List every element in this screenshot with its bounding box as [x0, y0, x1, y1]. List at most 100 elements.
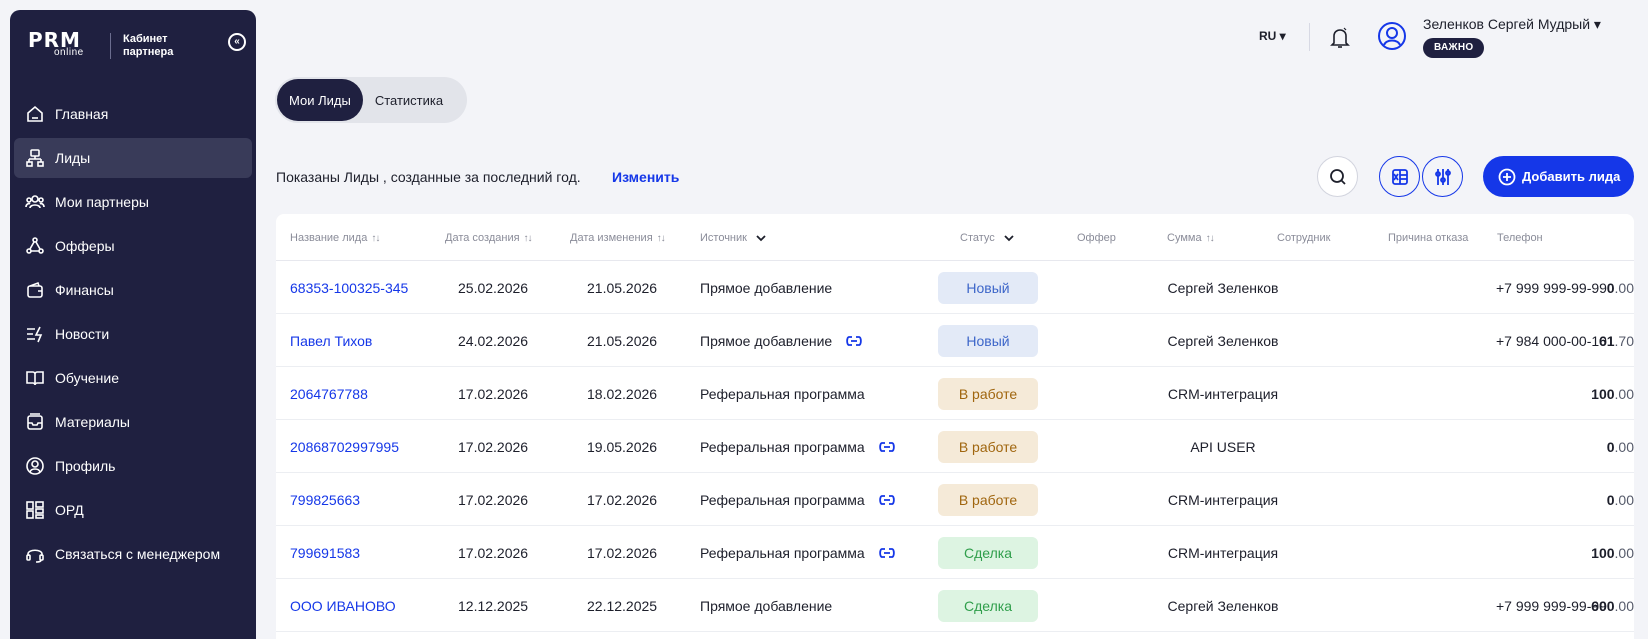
table-row[interactable]: Павел Тихов 24.02.2026 21.05.2026 Прямое до…: [276, 314, 1634, 367]
news-icon: [25, 324, 45, 344]
column-label: Название лида: [290, 232, 368, 244]
sum-decimal: .70: [1614, 333, 1634, 349]
sidebar-nav: Главная Лиды Мои партнеры Офферы Финансы…: [14, 94, 252, 578]
export-excel-button[interactable]: [1379, 156, 1420, 197]
cabinet-label: Кабинет партнера: [123, 33, 174, 58]
brand-divider: [110, 33, 111, 59]
sidebar-item-label: Офферы: [55, 238, 115, 254]
sidebar: PRM online Кабинет партнера « Главная Ли…: [10, 10, 256, 639]
sidebar-item-label: Новости: [55, 326, 110, 342]
lead-name-link[interactable]: 2064767788: [290, 386, 368, 402]
created-date: 17.02.2026: [458, 492, 529, 508]
column-label: Дата создания: [445, 232, 520, 244]
sort-icon[interactable]: ↑↓: [657, 233, 666, 244]
sidebar-item-finance[interactable]: Финансы: [14, 270, 252, 310]
column-label: Телефон: [1497, 232, 1543, 244]
user-menu[interactable]: Зеленков Сергей Мудрый ▾: [1423, 16, 1601, 33]
column-source[interactable]: Источник: [700, 232, 767, 244]
sidebar-item-label: ОРД: [55, 502, 84, 518]
tab-statistics[interactable]: Статистика: [363, 79, 455, 121]
sidebar-item-partners[interactable]: Мои партнеры: [14, 182, 252, 222]
sliders-icon: [1434, 168, 1451, 185]
column-reason: Причина отказа: [1388, 232, 1468, 244]
sort-icon[interactable]: ↑↓: [1206, 233, 1215, 244]
employee-cell: CRM-интеграция: [1167, 545, 1279, 561]
table-row[interactable]: 68353-100325-345 25.02.2026 21.05.2026 Прям…: [276, 261, 1634, 314]
sidebar-item-home[interactable]: Главная: [14, 94, 252, 134]
sidebar-item-contact-manager[interactable]: Связаться с менеджером: [14, 534, 252, 574]
employee-cell: Сергей Зеленков: [1167, 598, 1279, 614]
table-row[interactable]: 799691583 17.02.2026 17.02.2026 Реферальная…: [276, 526, 1634, 579]
column-label: Причина отказа: [1388, 232, 1469, 244]
table-row[interactable]: ООО ИВАНОВО 12.12.2025 22.12.2025 Прямое до…: [276, 579, 1634, 632]
sidebar-item-label: Обучение: [55, 370, 120, 386]
column-name[interactable]: Название лида ↑↓: [290, 232, 380, 244]
lead-name-link[interactable]: 799691583: [290, 545, 360, 561]
add-lead-button[interactable]: Добавить лида: [1483, 156, 1634, 197]
bell-icon[interactable]: [1329, 26, 1351, 50]
created-date: 17.02.2026: [458, 386, 529, 402]
change-filter-link[interactable]: Изменить: [612, 169, 679, 185]
user-avatar-icon[interactable]: [1377, 21, 1407, 51]
phone-cell: +7 984 000-00-10: [1496, 333, 1607, 349]
search-button[interactable]: [1317, 156, 1358, 197]
view-tabs: Мои Лиды Статистика: [275, 77, 467, 123]
leads-table: Название лида ↑↓ Дата создания ↑↓ Дата изм…: [276, 214, 1634, 639]
column-phone: Телефон: [1497, 232, 1543, 244]
excel-icon: [1391, 168, 1408, 185]
collapse-sidebar-icon[interactable]: «: [228, 33, 246, 51]
column-label: Источник: [700, 232, 747, 244]
search-icon: [1329, 168, 1346, 185]
language-select[interactable]: RU ▾: [1259, 29, 1286, 43]
column-label: Дата изменения: [570, 232, 653, 244]
headset-icon: [25, 544, 45, 564]
sidebar-item-offers[interactable]: Офферы: [14, 226, 252, 266]
sidebar-item-learning[interactable]: Обучение: [14, 358, 252, 398]
sidebar-item-materials[interactable]: Материалы: [14, 402, 252, 442]
chevron-down-icon[interactable]: [755, 232, 767, 244]
table-row[interactable]: 2064767788 17.02.2026 18.02.2026 Реферальна…: [276, 367, 1634, 420]
table-row[interactable]: 799825663 17.02.2026 17.02.2026 Реферальная…: [276, 473, 1634, 526]
lead-name-link[interactable]: ООО ИВАНОВО: [290, 598, 396, 614]
brand[interactable]: PRM online Кабинет партнера: [28, 30, 193, 62]
sort-icon[interactable]: ↑↓: [371, 233, 380, 244]
column-settings-button[interactable]: [1422, 156, 1463, 197]
sum-decimal: .00: [1614, 545, 1634, 561]
ord-icon: [25, 500, 45, 520]
chevron-down-icon[interactable]: [1003, 232, 1015, 244]
sidebar-item-profile[interactable]: Профиль: [14, 446, 252, 486]
employee-cell: Сергей Зеленков: [1167, 333, 1279, 349]
add-lead-label: Добавить лида: [1522, 169, 1621, 184]
column-status[interactable]: Статус: [960, 232, 1015, 244]
topbar-divider: [1309, 23, 1310, 51]
employee-cell: Сергей Зеленков: [1167, 280, 1279, 296]
sidebar-item-leads[interactable]: Лиды: [14, 138, 252, 178]
lead-name-link[interactable]: 799825663: [290, 492, 360, 508]
updated-date: 17.02.2026: [587, 492, 658, 508]
sum-integer: 0: [1606, 280, 1615, 296]
updated-date: 21.05.2026: [587, 280, 658, 296]
sum-decimal: .00: [1614, 439, 1634, 455]
updated-date: 18.02.2026: [587, 386, 658, 402]
book-icon: [25, 368, 45, 388]
lead-name-link[interactable]: 20868702997995: [290, 439, 399, 455]
sidebar-item-label: Лиды: [55, 150, 91, 166]
column-sum[interactable]: Сумма ↑↓: [1167, 232, 1215, 244]
sum-integer: 0: [1606, 439, 1615, 455]
column-label: Статус: [960, 232, 995, 244]
lead-name-link[interactable]: Павел Тихов: [290, 333, 372, 349]
table-row[interactable]: 20868702997995 17.02.2026 19.05.2026 Рефера…: [276, 420, 1634, 473]
column-employee: Сотрудник: [1277, 232, 1330, 244]
phone-cell: +7 999 999-99-99: [1496, 280, 1607, 296]
sidebar-item-ord[interactable]: ОРД: [14, 490, 252, 530]
lead-name-link[interactable]: 68353-100325-345: [290, 280, 408, 296]
sort-icon[interactable]: ↑↓: [524, 233, 533, 244]
column-updated[interactable]: Дата изменения ↑↓: [570, 232, 666, 244]
sidebar-item-label: Главная: [55, 106, 109, 122]
sum-integer: 0: [1606, 492, 1615, 508]
logo-sub: online: [54, 47, 84, 58]
tab-my-leads[interactable]: Мои Лиды: [277, 79, 363, 121]
sum-decimal: .00: [1614, 492, 1634, 508]
column-created[interactable]: Дата создания ↑↓: [445, 232, 533, 244]
sidebar-item-news[interactable]: Новости: [14, 314, 252, 354]
